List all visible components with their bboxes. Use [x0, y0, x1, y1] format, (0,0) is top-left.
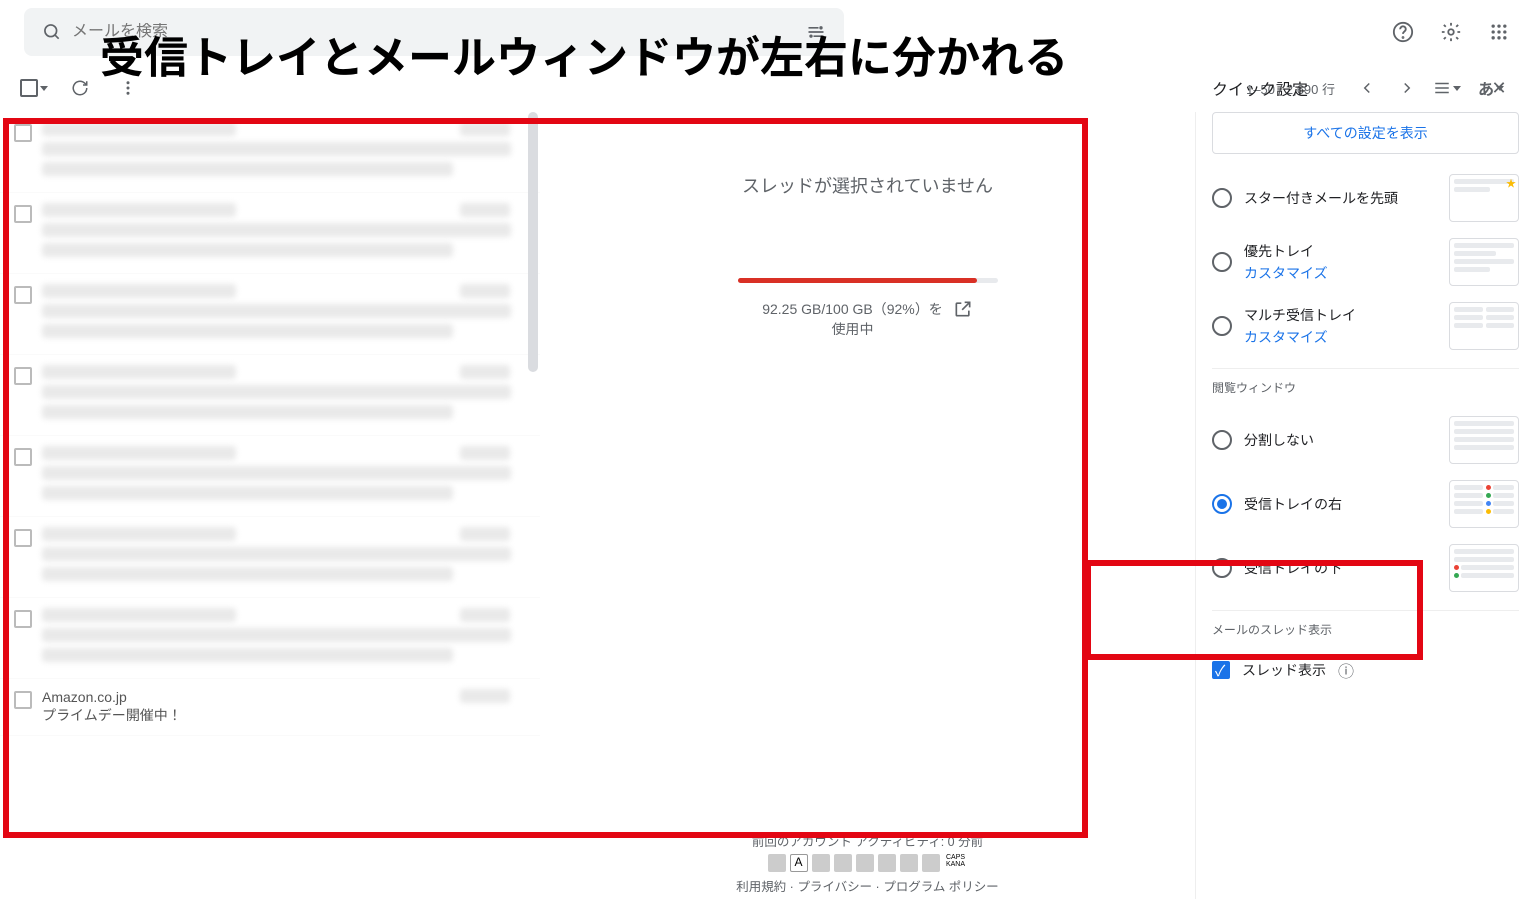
search-input[interactable]	[72, 23, 796, 41]
all-settings-button[interactable]: すべての設定を表示	[1212, 112, 1519, 154]
search-options-icon[interactable]	[796, 12, 836, 52]
message-subject: プライムデー開催中！	[42, 705, 526, 725]
customize-link[interactable]: カスタマイズ	[1244, 327, 1437, 347]
close-icon[interactable]: ✕	[1479, 68, 1519, 108]
message-row[interactable]	[0, 274, 540, 355]
reading-pane: スレッドが選択されていません 92.25 GB/100 GB（92%）を 使用中…	[540, 112, 1195, 899]
message-row[interactable]	[0, 112, 540, 193]
thumb-multi	[1449, 302, 1519, 350]
reading-window-section-title: 閲覧ウィンドウ	[1212, 379, 1519, 396]
terms-link[interactable]: 利用規約	[736, 880, 786, 894]
reading-below[interactable]: 受信トレイの下	[1212, 536, 1519, 600]
inbox-type-priority[interactable]: 優先トレイカスタマイズ	[1212, 230, 1519, 294]
more-icon[interactable]	[112, 72, 144, 104]
row-checkbox[interactable]	[14, 205, 32, 223]
radio-icon[interactable]	[1212, 252, 1232, 272]
refresh-icon[interactable]	[64, 72, 96, 104]
quick-settings-panel: クイック設定 ✕ すべての設定を表示 スター付きメールを先頭 優先トレイカスタマ…	[1195, 112, 1535, 899]
radio-icon[interactable]	[1212, 430, 1232, 450]
top-header	[0, 0, 1535, 64]
search-bar[interactable]	[24, 8, 844, 56]
message-row[interactable]	[0, 598, 540, 679]
row-checkbox[interactable]	[14, 448, 32, 466]
search-icon[interactable]	[32, 12, 72, 52]
message-list: Amazon.co.jpプライムデー開催中！	[0, 112, 540, 899]
storage-text: 92.25 GB/100 GB（92%）を 使用中	[762, 299, 943, 339]
row-checkbox[interactable]	[14, 286, 32, 304]
thumb-starred	[1449, 174, 1519, 222]
help-inline-icon[interactable]: ⓘ	[1338, 658, 1354, 682]
radio-icon[interactable]	[1212, 188, 1232, 208]
thumb-priority	[1449, 238, 1519, 286]
quick-settings-title: クイック設定	[1212, 76, 1308, 100]
help-icon[interactable]	[1383, 12, 1423, 52]
reading-no-split[interactable]: 分割しない	[1212, 408, 1519, 472]
select-all-checkbox[interactable]	[20, 79, 48, 97]
row-checkbox[interactable]	[14, 124, 32, 142]
storage-bar	[738, 278, 998, 283]
customize-link[interactable]: カスタマイズ	[1244, 263, 1437, 283]
privacy-link[interactable]: プライバシー	[797, 880, 872, 894]
thumb-no-split	[1449, 416, 1519, 464]
open-external-icon[interactable]	[953, 299, 973, 324]
chevron-down-icon[interactable]	[40, 86, 48, 91]
scrollbar-thumb[interactable]	[528, 112, 538, 372]
checkbox-icon[interactable]	[1212, 661, 1230, 679]
row-checkbox[interactable]	[14, 367, 32, 385]
program-link[interactable]: プログラム ポリシー	[883, 880, 999, 894]
radio-icon[interactable]	[1212, 494, 1232, 514]
inbox-type-multi[interactable]: マルチ受信トレイカスタマイズ	[1212, 294, 1519, 358]
message-row[interactable]: Amazon.co.jpプライムデー開催中！	[0, 679, 540, 736]
message-row[interactable]	[0, 436, 540, 517]
row-checkbox[interactable]	[14, 691, 32, 709]
message-sender: Amazon.co.jp	[42, 689, 526, 705]
message-row[interactable]	[0, 355, 540, 436]
message-row[interactable]	[0, 193, 540, 274]
radio-icon[interactable]	[1212, 558, 1232, 578]
activity-text: 前回のアカウント アクティビティ: 0 分前	[540, 831, 1195, 850]
radio-icon[interactable]	[1212, 316, 1232, 336]
inbox-type-starred-first[interactable]: スター付きメールを先頭	[1212, 166, 1519, 230]
row-checkbox[interactable]	[14, 529, 32, 547]
footer-links: 利用規約 · プライバシー · プログラム ポリシー	[540, 876, 1195, 895]
threading-toggle[interactable]: スレッド表示 ⓘ	[1212, 650, 1519, 690]
message-row[interactable]	[0, 517, 540, 598]
thumb-right	[1449, 480, 1519, 528]
apps-icon[interactable]	[1479, 12, 1519, 52]
row-checkbox[interactable]	[14, 610, 32, 628]
threading-section-title: メールのスレッド表示	[1212, 621, 1519, 638]
footer-ime-icons: ACAPS KANA	[540, 854, 1195, 872]
no-selection-text: スレッドが選択されていません	[742, 172, 993, 198]
thumb-below	[1449, 544, 1519, 592]
reading-right[interactable]: 受信トレイの右	[1212, 472, 1519, 536]
gear-icon[interactable]	[1431, 12, 1471, 52]
